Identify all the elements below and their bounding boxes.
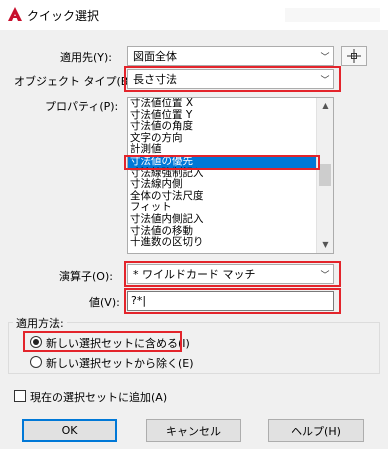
- list-item[interactable]: 寸法値位置 X: [128, 98, 333, 110]
- help-button[interactable]: ヘルプ(H): [268, 419, 364, 442]
- properties-list[interactable]: 寸法値位置 X 寸法値位置 Y 寸法値の角度 文字の方向 計測値 寸法値の優先 …: [127, 97, 334, 254]
- cancel-button[interactable]: キャンセル: [146, 419, 241, 442]
- apply-to-select[interactable]: 図面全体 ﹀: [127, 46, 334, 66]
- autocad-logo-icon: [7, 6, 23, 22]
- append-label[interactable]: 現在の選択セットに追加(A): [30, 389, 167, 405]
- title-bar-controls[interactable]: [285, 8, 380, 22]
- pick-objects-button[interactable]: [341, 46, 367, 66]
- chevron-down-icon[interactable]: ▼: [317, 237, 334, 253]
- properties-scrollbar[interactable]: ▲ ▼: [316, 98, 333, 253]
- how-to-apply-title: 適用方法:: [13, 315, 67, 331]
- operator-label: 演算子(O):: [59, 270, 113, 283]
- list-item[interactable]: 寸法線内側: [128, 179, 333, 191]
- chevron-down-icon: ﹀: [320, 52, 330, 63]
- apply-to-label: 適用先(Y):: [60, 51, 113, 64]
- value-label: 値(V):: [89, 296, 120, 309]
- highlight-selected-property: [124, 155, 320, 170]
- window-title: クイック選択: [27, 9, 100, 23]
- apply-to-value: 図面全体: [133, 50, 177, 63]
- highlight-operator: [124, 261, 341, 287]
- highlight-value: [124, 288, 341, 314]
- highlight-object-type: [124, 66, 341, 92]
- properties-label: プロパティ(P):: [45, 100, 119, 113]
- scroll-thumb[interactable]: [319, 164, 331, 186]
- exclude-radio[interactable]: [30, 356, 42, 368]
- append-checkbox[interactable]: [14, 390, 26, 402]
- ok-button[interactable]: OK: [22, 419, 117, 442]
- highlight-include-option: [23, 331, 182, 352]
- list-item[interactable]: 十進数の区切り: [128, 237, 333, 249]
- list-item[interactable]: 寸法値内側記入: [128, 213, 333, 226]
- crosshair-select-icon: [347, 49, 361, 63]
- chevron-up-icon[interactable]: ▲: [317, 98, 334, 114]
- object-type-label: オブジェクト タイプ(B):: [14, 75, 137, 88]
- exclude-option-label[interactable]: 新しい選択セットから除く(E): [46, 355, 194, 371]
